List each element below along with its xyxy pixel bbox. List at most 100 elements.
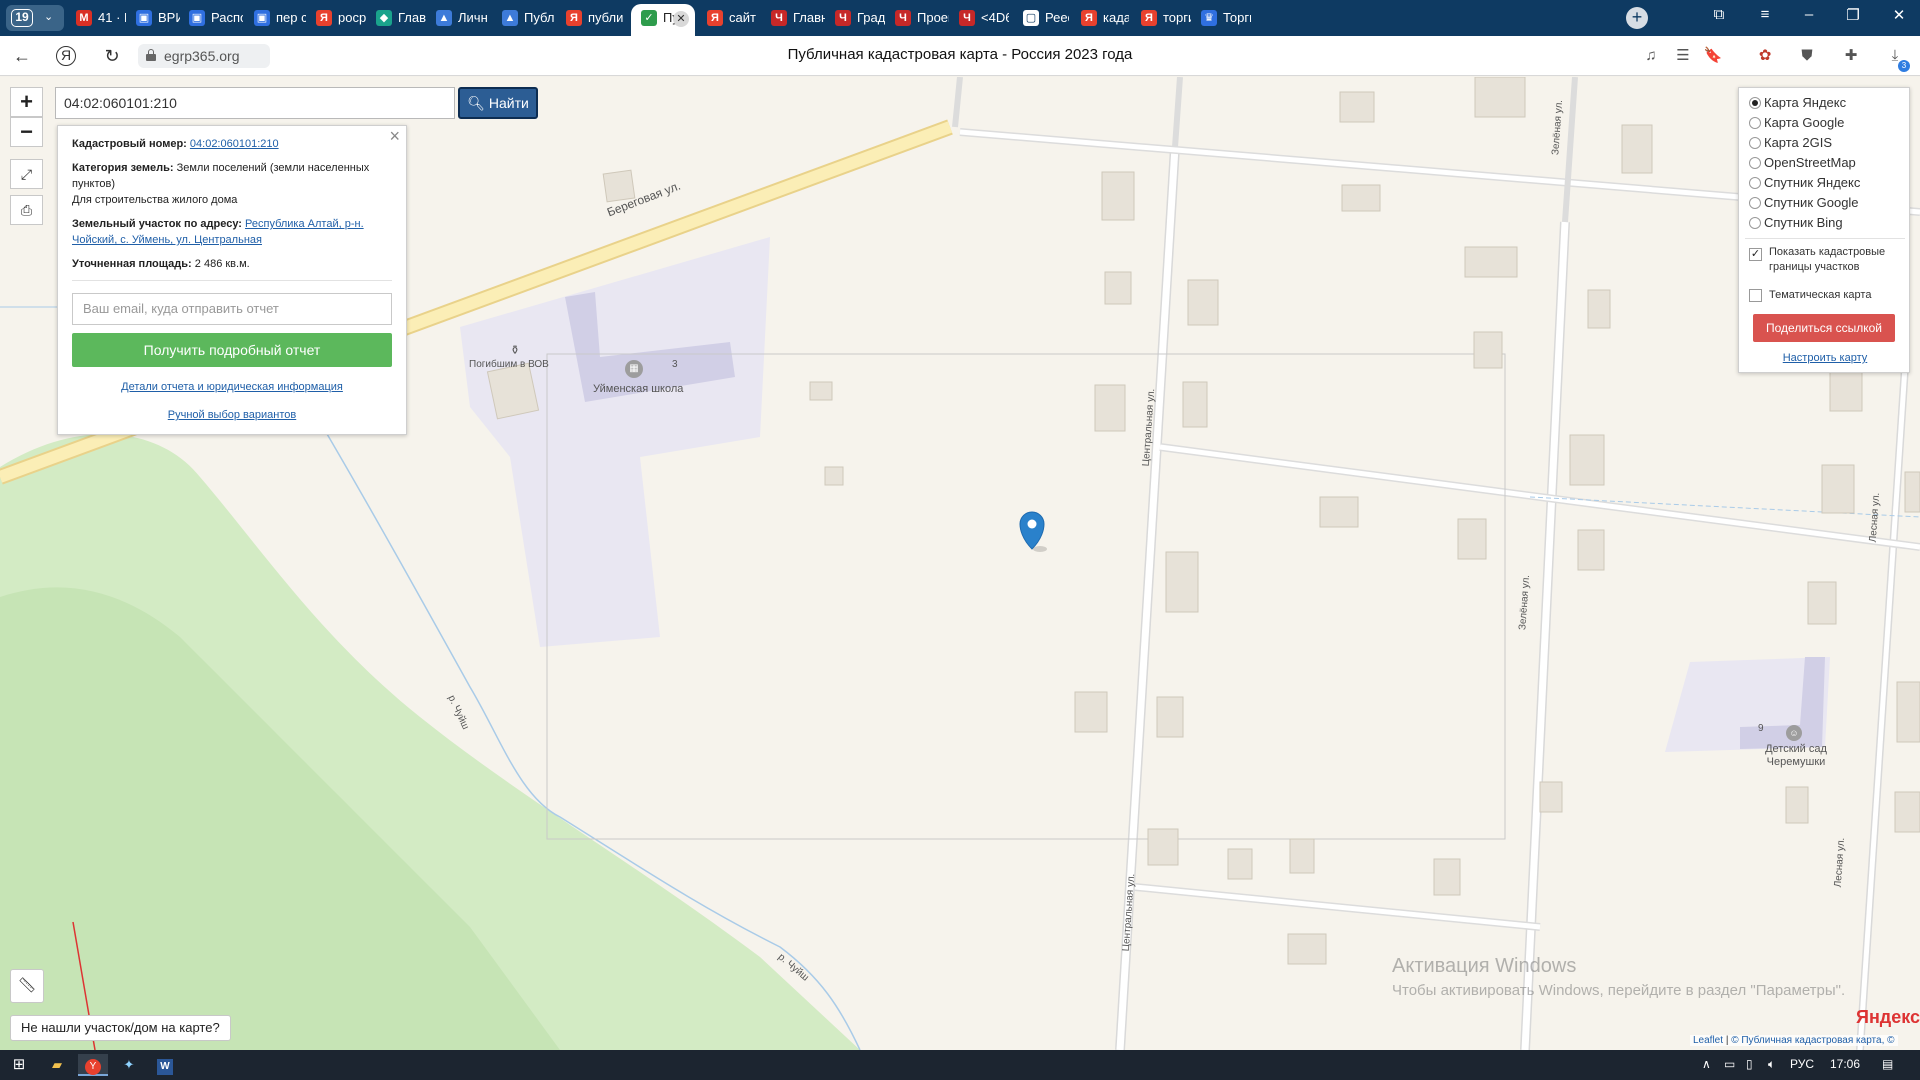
parcel-info-popup: × Кадастровый номер: 04:02:060101:210 Ка… [57, 125, 407, 435]
browser-tab[interactable]: Ч Градо [825, 4, 885, 32]
browser-tab[interactable]: ▣ пер с [244, 4, 306, 32]
school-label[interactable]: Уйменская школа [593, 383, 683, 395]
maximize-button[interactable]: ❐ [1838, 6, 1868, 24]
tab-title: росре [338, 10, 366, 25]
minimize-button[interactable]: – [1794, 6, 1824, 23]
url-text: egrp365.org [164, 48, 240, 64]
address-bar: ← Я ↻ egrp365.org Публичная кадастровая … [0, 36, 1920, 76]
browser-tab[interactable]: Якадаст [1071, 4, 1129, 32]
puzzle-icon[interactable]: ✚ [1840, 45, 1862, 67]
get-report-button[interactable]: Получить подробный отчет [72, 333, 392, 367]
zoom-out-button[interactable]: − [10, 117, 43, 147]
browser-tab[interactable]: Яторги [1131, 4, 1191, 32]
menu-icon[interactable]: ≡ [1750, 6, 1780, 23]
zoom-in-button[interactable]: + [10, 87, 43, 117]
app-icon[interactable]: ✦ [114, 1054, 144, 1076]
tab-favicon-icon: Ч [959, 10, 975, 26]
report-details-link[interactable]: Детали отчета и юридическая информация [121, 381, 343, 393]
layer-option-label: OpenStreetMap [1764, 155, 1856, 170]
word-icon[interactable]: W [150, 1054, 180, 1076]
email-field[interactable]: Ваш email, куда отправить отчет [72, 293, 392, 325]
close-window-button[interactable]: ✕ [1884, 6, 1914, 24]
reader-icon[interactable]: ☰ [1672, 45, 1694, 67]
browser-tab[interactable]: Ч Проек [885, 4, 949, 32]
area-value: 2 486 кв.м. [194, 258, 250, 270]
shield-icon[interactable]: ⛊ [1796, 45, 1818, 67]
close-icon[interactable]: × [389, 127, 400, 145]
reload-button[interactable]: ↻ [100, 44, 124, 68]
windows-activation-title: Активация Windows [1392, 955, 1577, 977]
browser-tab[interactable]: ▲ Публ [492, 4, 556, 32]
layer-radio[interactable] [1749, 137, 1761, 149]
tab-title: Проек [917, 10, 949, 25]
address-label: Земельный участок по адресу: [72, 218, 242, 230]
browser-tab[interactable]: ◆ Главн [366, 4, 426, 32]
tab-title: Реест [1045, 10, 1069, 25]
tab-favicon-icon: ▲ [436, 10, 452, 26]
browser-tab[interactable]: Ч <4D6 [949, 4, 1009, 32]
network-icon[interactable]: ▭ [1724, 1057, 1735, 1071]
fullscreen-icon[interactable]: ⤢ [10, 159, 43, 189]
layer-radio[interactable] [1749, 157, 1761, 169]
memorial-label[interactable]: Погибшим в ВОВ [469, 359, 549, 370]
tab-title: пер с [276, 10, 306, 25]
headphones-icon[interactable]: ♫ [1640, 45, 1662, 67]
browser-tab[interactable]: Яросре [306, 4, 366, 32]
volume-icon[interactable]: 🔈︎ [1768, 1057, 1775, 1072]
tune-map-link[interactable]: Настроить карту [1739, 352, 1911, 364]
new-tab-button[interactable]: + [1626, 7, 1648, 29]
notifications-icon[interactable]: ▤ [1882, 1057, 1893, 1071]
bookmark-icon[interactable]: 🔖 [1702, 45, 1724, 67]
windows-start-icon[interactable]: ⊞ [4, 1054, 34, 1076]
manual-select-link[interactable]: Ручной выбор вариантов [168, 409, 296, 421]
back-button[interactable]: ← [10, 44, 34, 68]
layer-radio[interactable] [1749, 197, 1761, 209]
tab-favicon-icon: ♛ [1201, 10, 1217, 26]
language-indicator[interactable]: РУС [1790, 1057, 1814, 1071]
clock[interactable]: 17:06 [1830, 1057, 1860, 1071]
share-link-button[interactable]: Поделиться ссылкой [1753, 314, 1895, 342]
browser-tab[interactable]: Ч Главн [761, 4, 825, 32]
layer-radio[interactable] [1749, 177, 1761, 189]
browser-tab[interactable]: Япубли [556, 4, 628, 32]
tab-title: Публ [524, 10, 555, 25]
browser-tab[interactable]: ▲ Личн [426, 4, 490, 32]
leaflet-link[interactable]: Leaflet [1693, 1035, 1723, 1046]
map-view[interactable]: Береговая ул. Центральная ул. Центральна… [0, 77, 1920, 1050]
yandex-logo: Яндекс [1856, 1007, 1920, 1027]
tray-chevron-icon[interactable]: ∧ [1702, 1057, 1711, 1071]
collections-icon[interactable]: ⧉ [1704, 6, 1734, 23]
tab-favicon-icon: Ч [771, 10, 787, 26]
folder-icon[interactable]: ▰ [42, 1054, 72, 1076]
ruler-icon[interactable]: 📏︎ [10, 969, 44, 1003]
close-tab-icon[interactable]: ✕ [673, 11, 689, 27]
search-button[interactable]: 🔍︎ Найти [458, 87, 538, 119]
not-found-button[interactable]: Не нашли участок/дом на карте? [10, 1015, 231, 1041]
battery-icon[interactable]: ▯ [1746, 1057, 1753, 1071]
search-icon: 🔍︎ [467, 95, 485, 111]
browser-tab[interactable]: ▣ ВРИ д [126, 4, 180, 32]
cad-number-link[interactable]: 04:02:060101:210 [190, 138, 279, 150]
print-icon[interactable]: ⎙ [10, 195, 43, 225]
yandex-icon[interactable]: Я [56, 46, 76, 66]
kindergarten-label[interactable]: Детский сад Черемушки [1758, 743, 1834, 769]
show-borders-checkbox[interactable]: ✓ [1749, 248, 1762, 261]
yandex-browser-taskbar-icon[interactable]: Y [78, 1054, 108, 1076]
thematic-map-checkbox[interactable] [1749, 289, 1762, 302]
browser-tab[interactable]: ♛ Торги [1191, 4, 1251, 32]
layer-radio[interactable] [1749, 217, 1761, 229]
url-field[interactable]: egrp365.org [138, 44, 270, 68]
cadastral-search-input[interactable] [55, 87, 455, 119]
layer-option-label: Спутник Google [1764, 195, 1859, 210]
extension-icon[interactable]: ✿ [1754, 45, 1776, 67]
tab-title: сайт [729, 10, 756, 25]
browser-tab[interactable]: ▢ Реест [1013, 4, 1069, 32]
browser-tab[interactable]: ▣ Распо [179, 4, 243, 32]
pkk-attribution[interactable]: © Публичная кадастровая карта, © [1731, 1035, 1894, 1046]
browser-tab[interactable]: Ясайт [697, 4, 761, 32]
browser-tab[interactable]: M 41 · В [66, 4, 126, 32]
layer-radio[interactable] [1749, 97, 1761, 109]
tab-count-button[interactable]: 19 ⌄ [6, 5, 64, 31]
browser-tab[interactable]: ✓ Пу ✕ [631, 4, 695, 36]
layer-radio[interactable] [1749, 117, 1761, 129]
